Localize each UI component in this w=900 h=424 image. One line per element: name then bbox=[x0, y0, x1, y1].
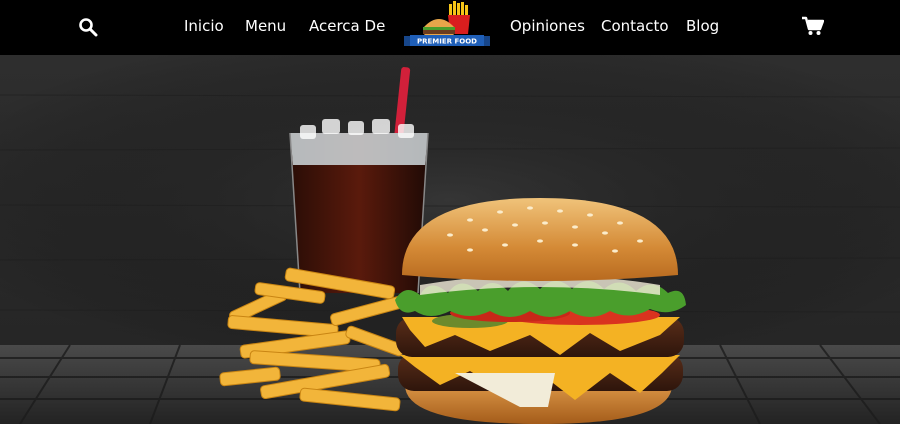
logo-text: PREMIER FOOD bbox=[417, 38, 477, 46]
nav-link-opiniones[interactable]: Opiniones bbox=[510, 17, 585, 35]
premier-food-logo[interactable]: PREMIER FOOD bbox=[402, 0, 492, 52]
top-navbar: Inicio Menu Acerca De PREMIER FOOD Opini… bbox=[0, 0, 900, 55]
cart-icon[interactable] bbox=[802, 16, 825, 36]
burger bbox=[395, 198, 686, 424]
nav-link-contacto[interactable]: Contacto bbox=[601, 17, 669, 35]
burger-fries-soda-photo bbox=[0, 55, 900, 424]
hero-banner bbox=[0, 55, 900, 424]
nav-link-acerca-de[interactable]: Acerca De bbox=[309, 17, 385, 35]
nav-link-blog[interactable]: Blog bbox=[686, 17, 719, 35]
search-icon[interactable] bbox=[78, 17, 98, 37]
nav-link-menu[interactable]: Menu bbox=[245, 17, 286, 35]
nav-link-inicio[interactable]: Inicio bbox=[184, 17, 224, 35]
